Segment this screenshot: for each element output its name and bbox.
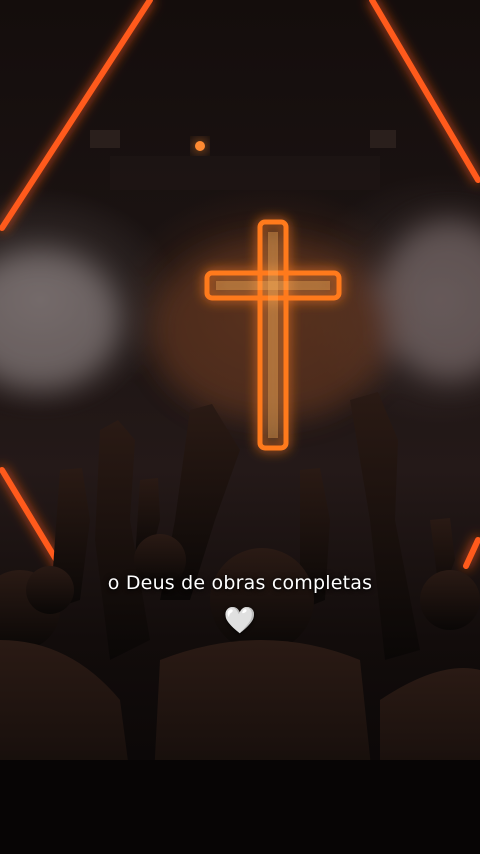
stage-haze	[0, 220, 480, 420]
worship-concert-image	[0, 0, 480, 854]
stage-truss	[90, 130, 396, 190]
photo-scene: o Deus de obras completas 🤍	[0, 0, 480, 854]
caption-text: o Deus de obras completas	[107, 572, 373, 594]
white-heart-icon: 🤍	[223, 606, 257, 636]
